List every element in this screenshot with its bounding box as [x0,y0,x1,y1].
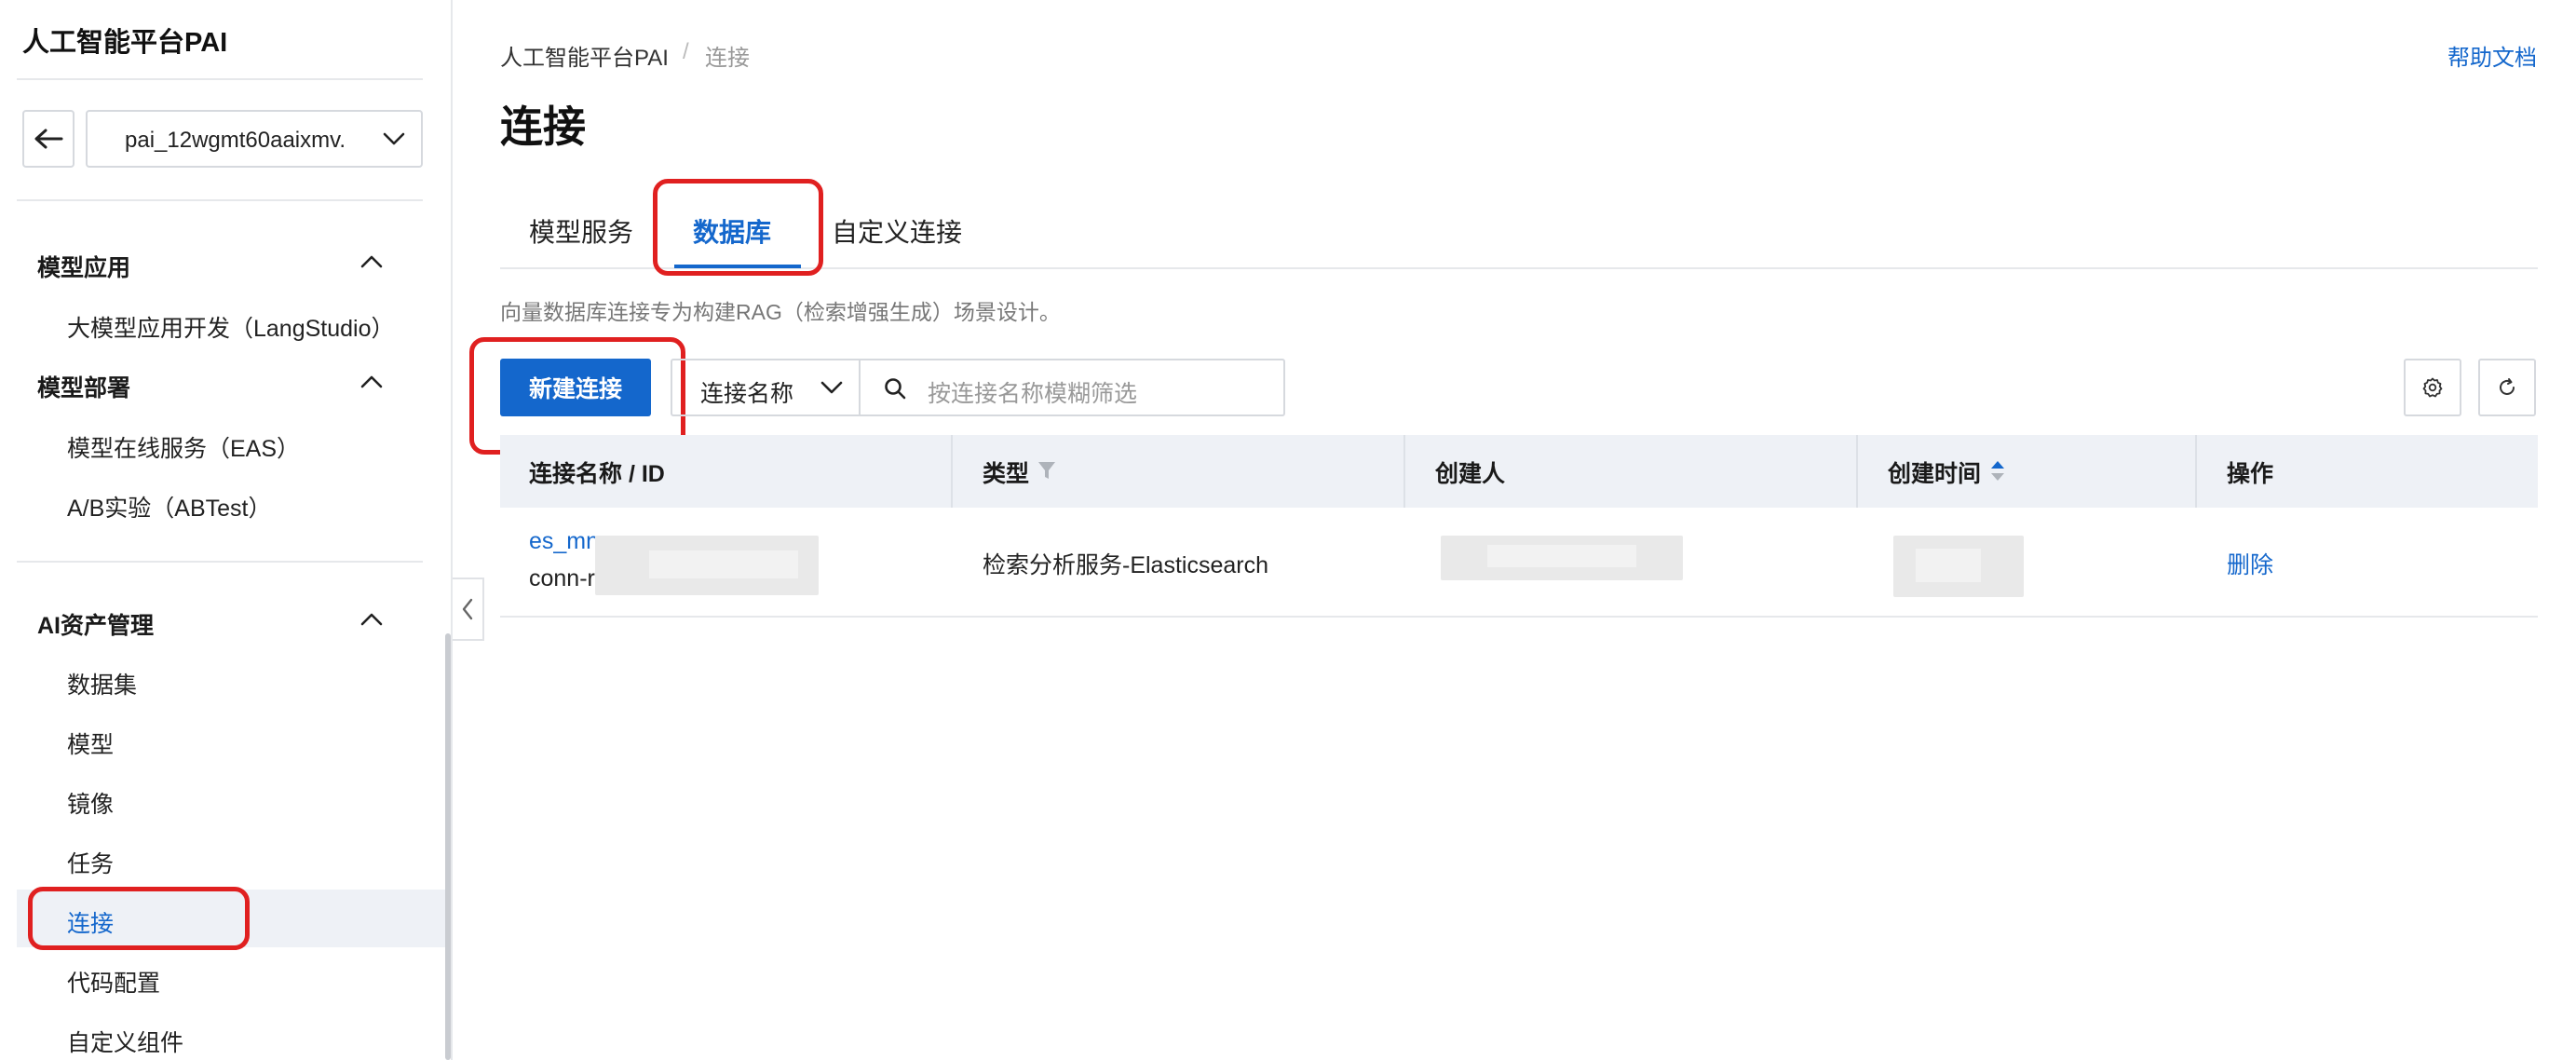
chevron-down-icon [383,132,405,145]
sidebar-item-jobs[interactable]: 任务 [67,846,114,879]
chevron-up-icon[interactable] [359,374,384,390]
sidebar-collapse-button[interactable] [453,578,484,641]
refresh-icon [2500,378,2515,395]
column-header-creator: 创建人 [1435,461,1506,487]
chevron-up-icon[interactable] [359,253,384,270]
highlight-box-tab [653,179,823,276]
chevron-down-icon[interactable] [820,379,844,396]
table-row: es_mn conn-r 检索分析服务-Elasticsearch 删除 [500,508,2538,618]
sort-icon[interactable] [1988,457,2007,485]
sidebar-scrollbar[interactable] [445,633,451,1060]
sidebar-item-images[interactable]: 镜像 [67,786,114,820]
page-title: 连接 [500,102,586,151]
column-divider [2195,435,2197,508]
gear-icon [2422,377,2443,398]
connection-id: conn-r [529,565,595,591]
column-divider [1403,435,1405,508]
column-divider [951,435,953,508]
sidebar-item-langstudio[interactable]: 大模型应用开发（LangStudio） [67,310,395,344]
sidebar-item-datasets[interactable]: 数据集 [67,667,137,700]
column-header-actions: 操作 [2227,461,2274,487]
delete-link[interactable]: 删除 [2227,547,2273,580]
search-icon [885,378,906,400]
breadcrumb-root[interactable]: 人工智能平台PAI [500,39,669,72]
workspace-select[interactable]: pai_12wgmt60aaixmv. [86,110,423,168]
redacted-region [649,550,798,578]
settings-button[interactable] [2404,359,2461,416]
connection-name-link[interactable]: es_mn [529,528,599,555]
redacted-region [1487,545,1636,567]
filter-field-select[interactable]: 连接名称 [700,375,793,409]
search-filter: 连接名称 按连接名称模糊筛选 [671,359,1285,416]
sidebar-divider [17,561,423,563]
column-divider [1856,435,1858,508]
app-title: 人工智能平台PAI [22,28,228,58]
search-input[interactable]: 按连接名称模糊筛选 [928,375,1137,409]
sidebar-item-custom-components[interactable]: 自定义组件 [67,1025,183,1058]
sidebar-divider [17,199,423,201]
highlight-box-sidebar [28,887,250,950]
sidebar-divider [17,78,423,80]
sidebar-item-models[interactable]: 模型 [67,727,114,760]
filter-divider [859,360,861,414]
chevron-left-icon [462,598,473,620]
column-header-created-time: 创建时间 [1888,461,1982,487]
arrow-left-icon [34,129,63,149]
breadcrumb-separator: / [683,39,689,64]
tab-custom-connection[interactable]: 自定义连接 [832,212,962,250]
refresh-button[interactable] [2478,359,2536,416]
nav-group-ai-assets[interactable]: AI资产管理 [37,607,154,641]
nav-group-model-app[interactable]: 模型应用 [37,250,130,283]
tab-model-service[interactable]: 模型服务 [529,212,633,250]
connection-type: 检索分析服务-Elasticsearch [983,552,1268,578]
sidebar-item-abtest[interactable]: A/B实验（ABTest） [67,490,272,523]
workspace-name: pai_12wgmt60aaixmv. [125,128,346,153]
tab-description: 向量数据库连接专为构建RAG（检索增强生成）场景设计。 [500,300,1061,324]
filter-icon[interactable] [1037,459,1057,482]
column-header-name: 连接名称 / ID [529,461,665,487]
column-header-type: 类型 [983,461,1030,487]
redacted-region [1916,549,1981,582]
table-header: 连接名称 / ID 类型 创建人 创建时间 操作 [500,435,2538,508]
nav-group-model-deploy[interactable]: 模型部署 [37,370,130,403]
help-docs-link[interactable]: 帮助文档 [2447,39,2537,72]
breadcrumb-current: 连接 [705,46,750,71]
back-button[interactable] [22,110,75,168]
sidebar-item-code-config[interactable]: 代码配置 [67,965,160,999]
chevron-up-icon[interactable] [359,611,384,628]
sidebar-item-eas[interactable]: 模型在线服务（EAS） [67,430,300,464]
